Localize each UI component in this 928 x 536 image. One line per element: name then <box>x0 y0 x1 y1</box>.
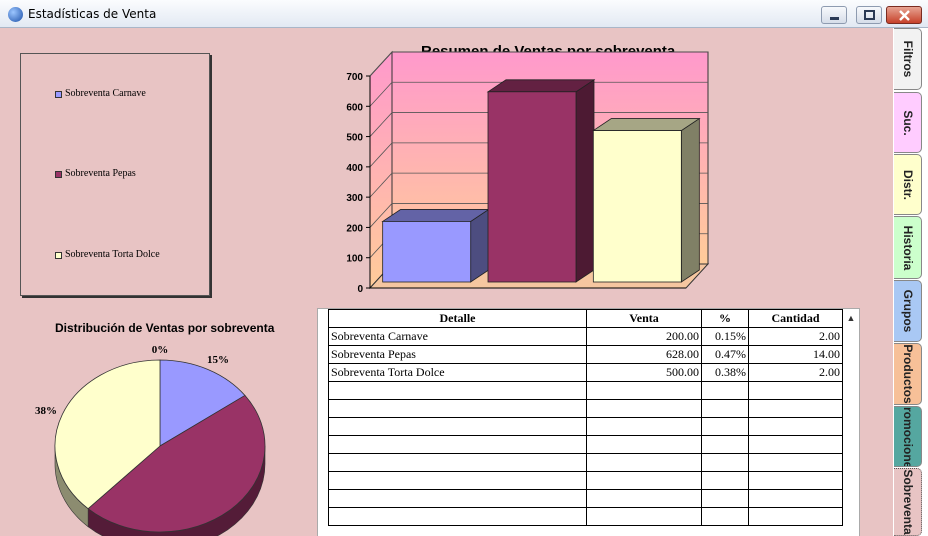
app-icon <box>8 7 23 22</box>
table-cell <box>328 471 587 490</box>
table-cell <box>701 471 749 490</box>
tab-label: Filtros <box>900 40 915 78</box>
table-cell <box>748 435 843 454</box>
table-row-empty[interactable] <box>328 507 843 526</box>
table-cell <box>328 453 587 472</box>
table-row[interactable]: Sobreventa Pepas 628.00 0.47% 14.00 <box>328 345 843 364</box>
legend-item-carnave: Sobreventa Carnave <box>65 88 146 99</box>
table-cell: Sobreventa Carnave <box>328 327 587 346</box>
table-cell <box>586 453 702 472</box>
tab-label: Productos <box>900 344 915 404</box>
bar-chart-title: Resumen de Ventas por sobreventa <box>421 43 676 60</box>
column-header-detalle[interactable]: Detalle <box>328 309 587 328</box>
table-cell <box>328 417 587 436</box>
legend-swatch-torta-dolce <box>55 252 62 259</box>
table-row-empty[interactable] <box>328 435 843 454</box>
table-cell <box>586 507 702 526</box>
legend-swatch-carnave <box>55 91 62 98</box>
table-row-empty[interactable] <box>328 453 843 472</box>
table-cell <box>586 489 702 508</box>
table-cell <box>328 489 587 508</box>
table-cell: 2.00 <box>748 327 843 346</box>
table-cell <box>328 507 587 526</box>
legend-item-torta-dolce: Sobreventa Torta Dolce <box>65 249 160 260</box>
table-cell <box>328 381 587 400</box>
column-header-percent[interactable]: % <box>701 309 749 328</box>
table-cell <box>748 399 843 418</box>
table-cell: 0.15% <box>701 327 749 346</box>
table-cell: 500.00 <box>586 363 702 382</box>
sales-table: Detalle Venta % Cantidad Sobreventa Carn… <box>328 309 843 526</box>
tab-grupos[interactable]: Grupos <box>894 280 922 342</box>
table-cell <box>328 399 587 418</box>
window-title: Estadísticas de Venta <box>28 7 157 21</box>
table-cell <box>701 453 749 472</box>
tab-filtros[interactable]: Filtros <box>894 28 922 90</box>
table-row-empty[interactable] <box>328 471 843 490</box>
tab-label: Sobreventa <box>900 469 915 535</box>
table-cell <box>701 507 749 526</box>
tab-label: Suc. <box>900 109 915 136</box>
maximize-icon <box>864 10 875 20</box>
table-cell: 0.47% <box>701 345 749 364</box>
tab-sobreventa[interactable]: Sobreventa <box>894 468 922 536</box>
table-cell <box>748 507 843 526</box>
table-cell: 628.00 <box>586 345 702 364</box>
table-cell <box>586 399 702 418</box>
table-cell <box>748 489 843 508</box>
table-row[interactable]: Sobreventa Carnave 200.00 0.15% 2.00 <box>328 327 843 346</box>
table-header-row: Detalle Venta % Cantidad <box>328 309 843 328</box>
table-cell <box>748 453 843 472</box>
tab-label: Grupos <box>900 289 915 333</box>
table-cell <box>701 489 749 508</box>
table-cell: Sobreventa Torta Dolce <box>328 363 587 382</box>
table-cell: Sobreventa Pepas <box>328 345 587 364</box>
tab-label: Distr. <box>900 169 915 200</box>
table-cell <box>586 471 702 490</box>
table-cell <box>701 381 749 400</box>
table-cell <box>701 435 749 454</box>
table-row-empty[interactable] <box>328 417 843 436</box>
table-cell <box>748 471 843 490</box>
tab-productos[interactable]: Productos <box>894 343 922 405</box>
scroll-up-arrow-icon[interactable]: ▲ <box>844 311 858 325</box>
table-row-empty[interactable] <box>328 381 843 400</box>
table-cell: 0.38% <box>701 363 749 382</box>
legend-item-pepas: Sobreventa Pepas <box>65 168 136 179</box>
title-bar: Estadísticas de Venta <box>0 0 928 28</box>
column-header-cantidad[interactable]: Cantidad <box>748 309 843 328</box>
table-cell <box>748 381 843 400</box>
table-cell <box>748 417 843 436</box>
minimize-icon <box>830 17 839 20</box>
table-cell <box>701 399 749 418</box>
table-cell <box>701 417 749 436</box>
table-cell <box>586 381 702 400</box>
tab-label: Historia <box>900 225 915 270</box>
tab-suc[interactable]: Suc. <box>894 92 922 153</box>
tab-label: Promociones <box>900 406 915 467</box>
tab-distr[interactable]: Distr. <box>894 154 922 215</box>
legend-swatch-pepas <box>55 171 62 178</box>
minimize-button[interactable] <box>821 6 847 24</box>
chart-legend: Sobreventa Carnave Sobreventa Pepas Sobr… <box>20 53 210 296</box>
close-icon <box>899 10 910 21</box>
table-row[interactable]: Sobreventa Torta Dolce 500.00 0.38% 2.00 <box>328 363 843 382</box>
tab-historia[interactable]: Historia <box>894 216 922 279</box>
table-cell: 200.00 <box>586 327 702 346</box>
tab-promociones[interactable]: Promociones <box>894 406 922 467</box>
maximize-button[interactable] <box>856 6 882 24</box>
column-header-venta[interactable]: Venta <box>586 309 702 328</box>
close-button[interactable] <box>886 6 922 24</box>
table-row-empty[interactable] <box>328 489 843 508</box>
table-row-empty[interactable] <box>328 399 843 418</box>
table-cell: 14.00 <box>748 345 843 364</box>
vertical-tab-bar: Filtros Suc. Distr. Historia Grupos Productos… <box>894 28 926 536</box>
table-cell <box>328 435 587 454</box>
table-cell: 2.00 <box>748 363 843 382</box>
pie-chart-title: Distribución de Ventas por sobreventa <box>55 321 275 335</box>
table-cell <box>586 435 702 454</box>
sales-detail-grid[interactable]: Detalle Venta % Cantidad Sobreventa Carn… <box>317 308 860 536</box>
table-cell <box>586 417 702 436</box>
